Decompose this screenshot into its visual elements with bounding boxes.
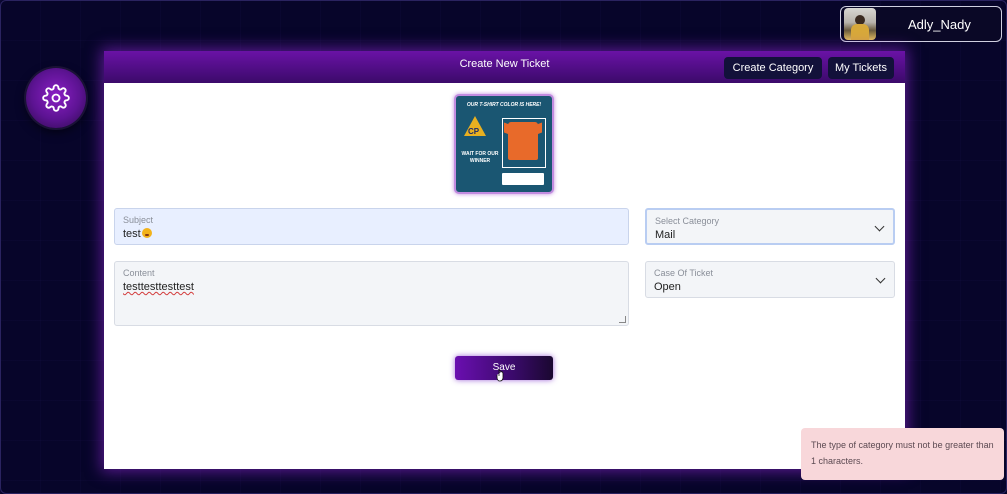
user-menu[interactable]: Adly_Nady — [840, 6, 1002, 42]
category-label: Select Category — [655, 216, 720, 226]
card-header: Create New Ticket Create Category My Tic… — [104, 51, 905, 83]
ticket-image-headline: OUR T-SHIRT COLOR IS HERE! — [466, 102, 542, 108]
gear-icon — [42, 84, 70, 112]
settings-button[interactable] — [26, 68, 86, 128]
select-category-dropdown[interactable]: Select Category Mail — [645, 208, 895, 245]
subject-value[interactable]: test — [123, 228, 152, 240]
create-category-button[interactable]: Create Category — [724, 57, 822, 79]
hand-cursor-icon — [496, 369, 504, 382]
content-label: Content — [123, 268, 155, 278]
ticket-image-logo-text: CP — [468, 127, 480, 136]
error-toast[interactable]: The type of category must not be greater… — [801, 428, 1004, 480]
sponsor-logos — [502, 173, 544, 185]
case-of-ticket-dropdown[interactable]: Case Of Ticket Open — [645, 261, 895, 298]
category-value: Mail — [655, 229, 676, 241]
subject-field[interactable]: Subject test — [114, 208, 629, 245]
ticket-image[interactable]: OUR T-SHIRT COLOR IS HERE! CP WAIT FOR O… — [454, 94, 554, 194]
chevron-down-icon — [875, 273, 886, 284]
my-tickets-button[interactable]: My Tickets — [828, 57, 894, 79]
create-ticket-card: Create New Ticket Create Category My Tic… — [104, 51, 905, 469]
chevron-down-icon — [874, 221, 885, 232]
ticket-image-caption: WAIT FOR OUR WINNER — [461, 151, 499, 164]
case-label: Case Of Ticket — [654, 268, 714, 278]
user-name: Adly_Nady — [908, 16, 971, 32]
content-value[interactable]: testtesttesttest — [123, 281, 194, 293]
tshirt-icon — [508, 122, 538, 160]
content-field[interactable]: Content testtesttesttest — [114, 261, 629, 326]
subject-label: Subject — [123, 215, 154, 225]
resize-handle-icon[interactable] — [619, 316, 626, 323]
emoji-icon — [141, 228, 152, 238]
avatar — [844, 8, 876, 40]
case-value: Open — [654, 281, 681, 293]
